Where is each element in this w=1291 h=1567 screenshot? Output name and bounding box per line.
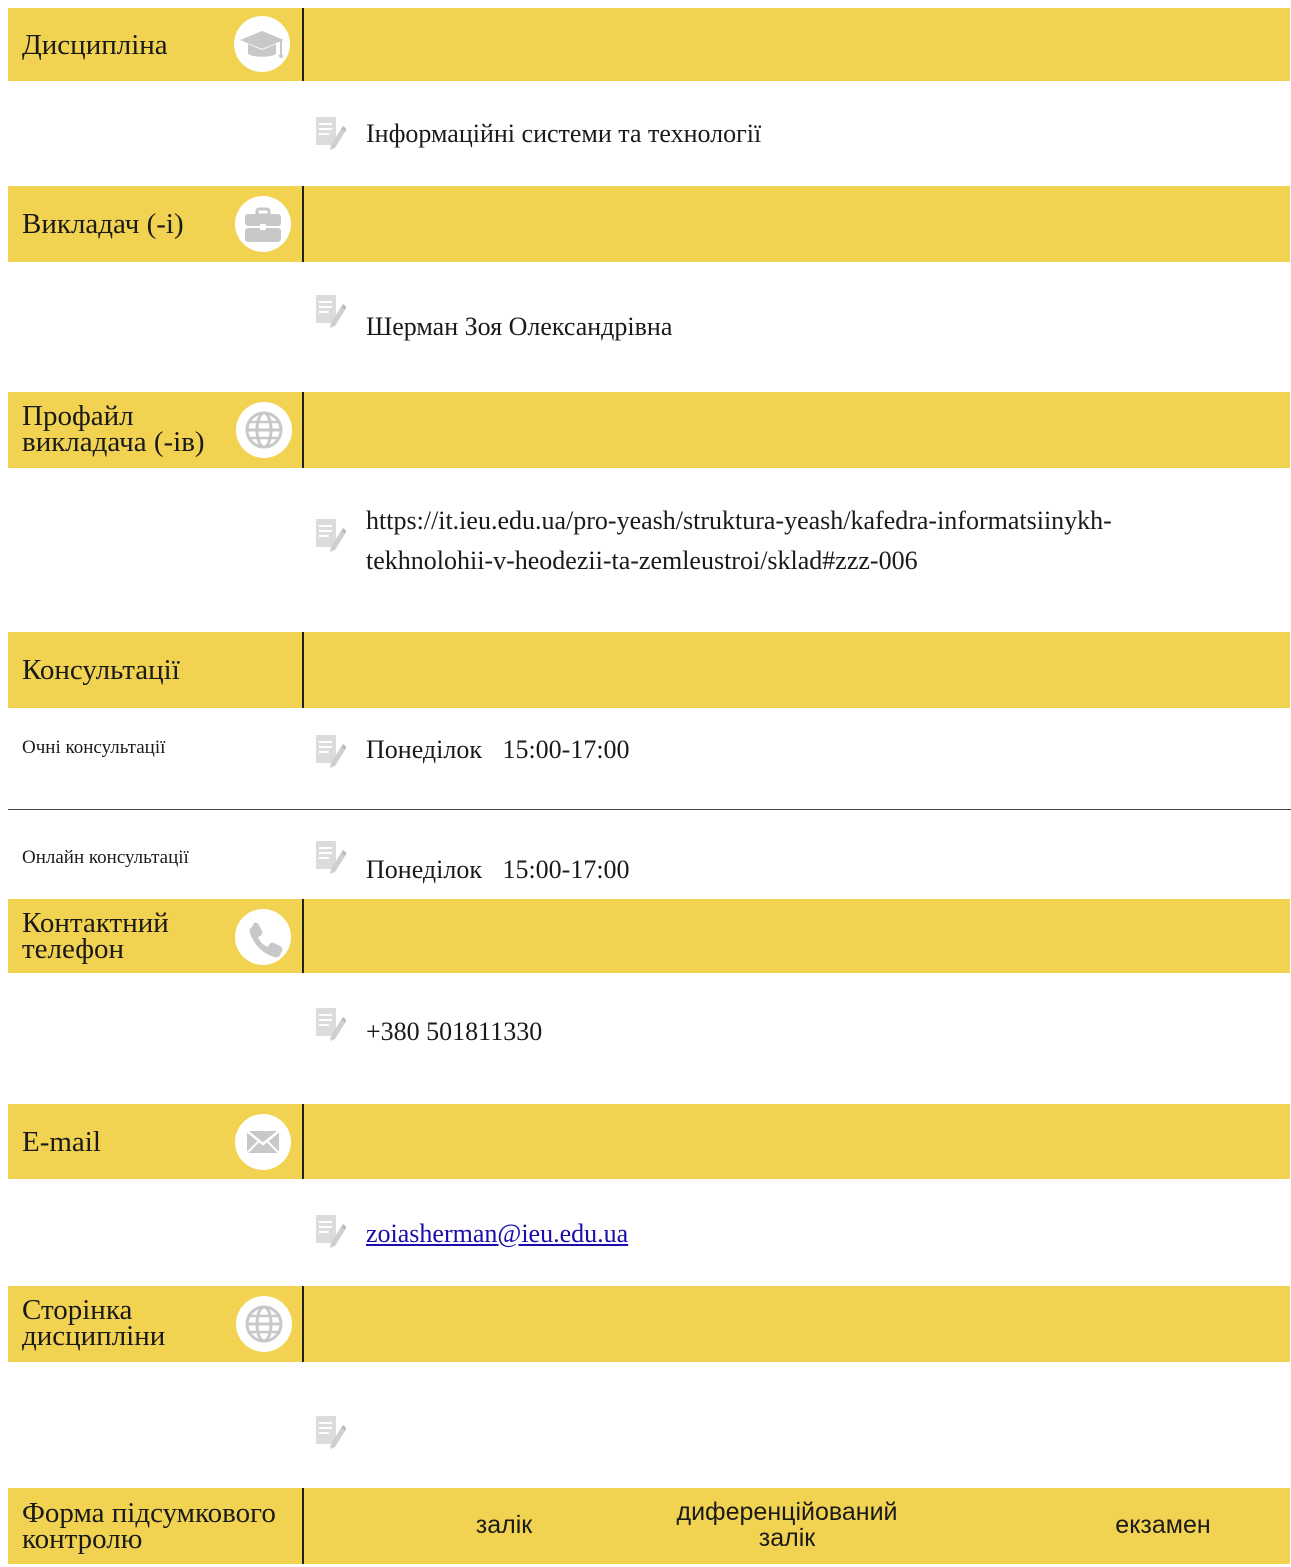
teacher-icon-circle: [235, 196, 291, 252]
phone-band: Контактний телефон: [8, 899, 1290, 973]
teacher-profile-band: Профайл викладача (-ів): [8, 392, 1290, 468]
final-control-label: Форма підсумкового контролю: [22, 1499, 276, 1555]
consultations-separator: [302, 632, 304, 708]
teacher-profile-separator: [302, 392, 304, 468]
control-option-diff-credit: диференційований залік: [656, 1499, 918, 1551]
consultations-divider: [8, 809, 1291, 810]
globe-icon: [245, 1305, 283, 1343]
discipline-icon-circle: [234, 16, 290, 72]
online-consultations-value: Понеділок 15:00-17:00: [366, 852, 630, 888]
course-page-label-line2: дисципліни: [22, 1320, 166, 1352]
email-value: zoiasherman@ieu.edu.ua: [366, 1216, 628, 1252]
phone-icon-circle: [235, 909, 291, 965]
email-separator: [302, 1104, 304, 1179]
final-control-separator: [302, 1488, 304, 1564]
note-icon: [314, 517, 347, 553]
control-option-exam: екзамен: [1115, 1511, 1211, 1539]
course-page-icon-circle: [236, 1296, 292, 1352]
teacher-label: Викладач (-і): [22, 208, 184, 240]
note-icon: [314, 839, 347, 875]
teacher-profile-icon-circle: [236, 402, 292, 458]
note-icon: [314, 293, 347, 329]
discipline-band: Дисципліна: [8, 8, 1290, 81]
email-band: E-mail: [8, 1104, 1290, 1179]
final-control-band: Форма підсумкового контролю залік дифере…: [8, 1488, 1290, 1564]
course-page-label: Сторінка дисципліни: [22, 1296, 166, 1352]
course-page-band: Сторінка дисципліни: [8, 1286, 1290, 1362]
online-time: 15:00-17:00: [502, 855, 630, 884]
teacher-value: Шерман Зоя Олександрівна: [366, 312, 673, 341]
phone-label: Контактний телефон: [22, 909, 169, 965]
consultations-label: Консультації: [22, 654, 180, 686]
teacher-profile-url-line1[interactable]: https://it.ieu.edu.ua/pro-yeash/struktur…: [366, 501, 1112, 541]
in-person-consultations-label: Очні консультації: [22, 737, 166, 758]
online-consultations-label: Онлайн консультації: [22, 847, 189, 868]
course-page-separator: [302, 1286, 304, 1362]
note-icon: [314, 1213, 347, 1249]
envelope-icon: [246, 1130, 280, 1154]
email-label: E-mail: [22, 1126, 101, 1158]
teacher-profile-label-line2: викладача (-ів): [22, 426, 205, 458]
graduation-cap-icon: [240, 31, 284, 58]
phone-label-line2: телефон: [22, 933, 125, 965]
phone-separator: [302, 899, 304, 973]
note-icon: [314, 1006, 347, 1042]
teacher-profile-label: Профайл викладача (-ів): [22, 402, 205, 458]
teacher-band: Викладач (-і): [8, 186, 1290, 262]
phone-icon: [249, 922, 283, 958]
phone-value: +380 501811330: [366, 1017, 543, 1046]
in-person-day: Понеділок: [366, 735, 482, 764]
note-icon: [314, 115, 347, 151]
discipline-separator: [302, 8, 304, 81]
in-person-time: 15:00-17:00: [502, 735, 630, 764]
email-icon-circle: [235, 1114, 291, 1170]
control-option-diff-credit-line2: залік: [758, 1524, 816, 1552]
note-icon: [314, 1414, 347, 1450]
control-option-diff-credit-line1: диференційований: [676, 1498, 898, 1526]
note-icon: [314, 733, 347, 769]
online-day: Понеділок: [366, 855, 482, 884]
in-person-consultations-value: Понеділок 15:00-17:00: [366, 732, 630, 768]
teacher-profile-url-line2[interactable]: tekhnolohii-v-heodezii-ta-zemleustroi/sk…: [366, 541, 1112, 581]
discipline-label: Дисципліна: [22, 29, 168, 61]
email-link[interactable]: zoiasherman@ieu.edu.ua: [366, 1219, 628, 1248]
final-control-label-line2: контролю: [22, 1523, 143, 1555]
control-option-credit: залік: [475, 1511, 533, 1539]
teacher-profile-url[interactable]: https://it.ieu.edu.ua/pro-yeash/struktur…: [366, 501, 1112, 581]
consultations-band: Консультації: [8, 632, 1290, 708]
globe-icon: [245, 411, 283, 449]
discipline-value: Інформаційні системи та технології: [366, 119, 762, 148]
briefcase-icon: [245, 207, 281, 242]
teacher-separator: [302, 186, 304, 262]
